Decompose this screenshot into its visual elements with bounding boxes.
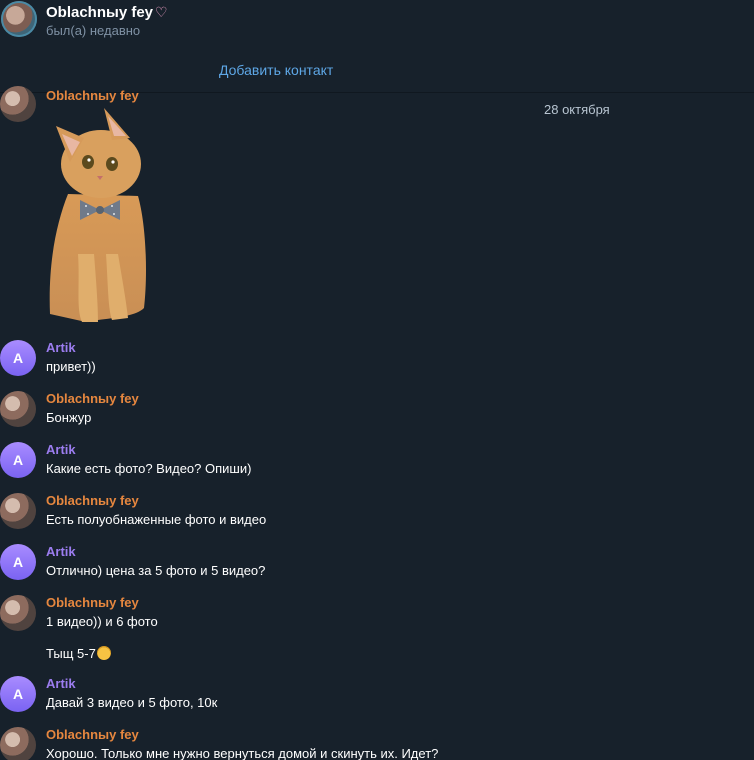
pink-heart-icon: ♡ [155, 4, 168, 20]
date-separator: 28 октября [544, 102, 610, 117]
message-text: Хорошо. Только мне нужно вернуться домой… [46, 746, 439, 760]
sender-avatar[interactable]: A [0, 544, 36, 580]
message-text: 1 видео)) и 6 фото [46, 614, 158, 629]
sender-avatar[interactable] [0, 493, 36, 529]
sender-name[interactable]: Oblachnыy fey [46, 88, 139, 103]
sender-avatar[interactable]: A [0, 340, 36, 376]
message-text: Бонжур [46, 410, 92, 425]
sender-name[interactable]: Artik [46, 676, 76, 691]
sender-name[interactable]: Oblachnыy fey [46, 595, 139, 610]
smiling-cat-emoji-icon [96, 646, 111, 660]
sender-name[interactable]: Oblachnыy fey [46, 391, 139, 406]
add-contact-bar: Добавить контакт [0, 48, 754, 93]
message-text: Есть полуобнаженные фото и видео [46, 512, 267, 527]
sender-name[interactable]: Artik [46, 442, 76, 457]
chat-header[interactable]: Oblachnыy fey ♡ был(а) недавно [0, 0, 754, 46]
cat-with-bowtie-sticker[interactable] [46, 104, 148, 324]
add-contact-button[interactable]: Добавить контакт [219, 62, 333, 78]
sender-name[interactable]: Oblachnыy fey [46, 727, 139, 742]
message-text: Какие есть фото? Видео? Опиши) [46, 461, 252, 476]
sender-name[interactable]: Artik [46, 544, 76, 559]
message-text-followup: Тыщ 5-7 [46, 646, 111, 661]
avatar-letter: A [12, 554, 24, 570]
sender-name[interactable]: Oblachnыy fey [46, 493, 139, 508]
sender-avatar[interactable] [0, 391, 36, 427]
sender-avatar[interactable]: A [0, 676, 36, 712]
message-text: Давай 3 видео и 5 фото, 10к [46, 695, 218, 710]
last-seen-status: был(а) недавно [46, 23, 141, 38]
avatar-letter: A [12, 350, 24, 366]
sender-avatar[interactable] [0, 727, 36, 760]
sender-avatar[interactable] [0, 595, 36, 631]
contact-name-text: Oblachnыy fey [46, 4, 154, 21]
avatar-letter: A [12, 686, 24, 702]
chat-window: Oblachnыy fey ♡ был(а) недавно Добавить к… [0, 0, 754, 760]
message-text: Отлично) цена за 5 фото и 5 видео? [46, 563, 266, 578]
contact-avatar[interactable] [1, 1, 37, 37]
message-text: привет)) [46, 359, 96, 374]
followup-text: Тыщ 5-7 [46, 646, 96, 661]
avatar-letter: A [12, 452, 24, 468]
sender-avatar[interactable]: A [0, 442, 36, 478]
contact-name: Oblachnыy fey ♡ [46, 4, 168, 21]
sender-avatar[interactable] [0, 86, 36, 122]
sender-name[interactable]: Artik [46, 340, 76, 355]
